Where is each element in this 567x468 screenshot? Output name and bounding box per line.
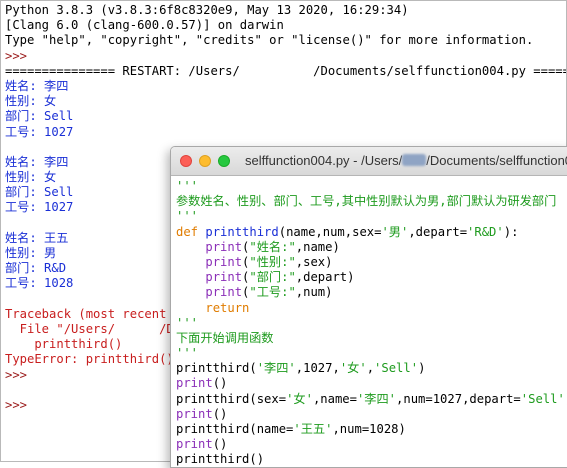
code-token: '女' (286, 391, 313, 406)
shell-line: 姓名: 李四 (5, 78, 69, 93)
shell-line: 工号: 1027 (5, 124, 74, 139)
code-token: return (205, 300, 250, 315)
code-line: print("姓名:",name) (176, 240, 567, 255)
code-token: '王五' (293, 422, 333, 436)
code-token: "部门:" (249, 270, 296, 285)
code-token: "性别:" (249, 254, 296, 269)
code-token: () (212, 406, 228, 421)
code-line: print("部门:",depart) (176, 270, 567, 285)
code-token: ''' (176, 346, 199, 361)
code-token: ,depart) (295, 270, 355, 285)
code-line: print() (176, 407, 567, 422)
code-token: print (205, 239, 243, 254)
code-token: (name,num,sex= (278, 224, 382, 239)
code-line: ''' (176, 316, 567, 331)
code-token: print (176, 437, 213, 452)
code-token: () (212, 437, 228, 452)
window-title: selffunction004.py - /Users/ /Documents/s… (245, 153, 567, 168)
code-token: print (205, 270, 243, 285)
code-token: def (176, 224, 206, 239)
minimize-button[interactable] (199, 155, 211, 167)
shell-line: Type "help", "copyright", "credits" or "… (5, 33, 534, 48)
code-token: ''' (176, 179, 199, 193)
code-token: '女' (339, 361, 367, 376)
window-title-suffix: /Documents/selffunction004.py (3.8.3) (426, 153, 567, 168)
code-token: ,num) (295, 285, 333, 300)
code-token: printthird(name= (176, 422, 294, 436)
code-token: print (205, 285, 243, 300)
code-token: print (176, 406, 213, 421)
code-token: ,depart= (408, 224, 468, 239)
zoom-button[interactable] (218, 155, 230, 167)
code-token: ''' (176, 209, 199, 224)
code-line: 下面开始调用函数 (176, 331, 567, 346)
code-token: ,sex) (295, 254, 333, 269)
code-line: return (176, 301, 567, 316)
shell-line: 部门: Sell (5, 109, 74, 124)
code-token: 下面开始调用函数 (176, 330, 274, 345)
code-token: ) (418, 361, 426, 376)
code-line: ''' (176, 209, 567, 224)
code-token: '男' (381, 224, 409, 239)
code-line: print("性别:",sex) (176, 255, 567, 270)
code-token: ): (503, 224, 519, 239)
code-line: print("工号:",num) (176, 285, 567, 300)
code-line: printthird(name='王五',num=1028) (176, 422, 567, 437)
code-token: 'Sell' (374, 361, 419, 376)
code-token: "工号:" (249, 285, 296, 300)
code-line: ''' (176, 346, 567, 361)
shell-line: [Clang 6.0 (clang-600.0.57)] on darwin (5, 18, 284, 33)
code-token: ,1027, (295, 361, 340, 376)
code-token: "姓名:" (249, 239, 296, 254)
code-token: '李四' (356, 391, 397, 406)
editor-titlebar[interactable]: selffunction004.py - /Users/ /Documents/s… (171, 147, 567, 176)
shell-line: Python 3.8.3 (v3.8.3:6f8c8320e9, May 13 … (5, 3, 409, 17)
code-token: print (176, 376, 213, 391)
code-token: printthird(sex= (176, 391, 287, 406)
code-line: print() (176, 437, 567, 452)
code-token: () (212, 376, 228, 391)
code-token: printthird (205, 224, 279, 239)
window-title-prefix: selffunction004.py - /Users/ (245, 153, 403, 168)
code-token: ,name) (295, 239, 340, 254)
code-token: 参数姓名、性别、部门、工号,其中性别默认为男,部门默认为研发部门 (176, 194, 557, 209)
code-token: 'Sell' (520, 391, 565, 406)
shell-line: 性别: 女 (5, 94, 57, 109)
shell-line: >>> (5, 48, 35, 63)
code-token: printthird( (176, 361, 257, 376)
code-line: def printthird(name,num,sex='男',depart='… (176, 225, 567, 240)
code-token: '李四' (256, 361, 296, 376)
code-token: ,num=1028) (332, 422, 406, 436)
code-line: printthird('李四',1027,'女','Sell') (176, 361, 567, 376)
code-token: ,name= (312, 391, 357, 406)
code-line: print() (176, 376, 567, 391)
code-token: ,num=1027,depart= (396, 391, 521, 406)
code-token: printthird() (176, 452, 265, 467)
code-editor[interactable]: ''' 参数姓名、性别、部门、工号,其中性别默认为男,部门默认为研发部门 ''' de… (176, 179, 567, 467)
code-line: printthird() (176, 452, 567, 467)
code-token: 'R&D' (467, 224, 504, 239)
code-token: ''' (176, 315, 199, 330)
code-line: printthird(sex='女',name='李四',num=1027,de… (176, 392, 567, 407)
shell-line: =============== RESTART: /Users/ /Docume… (5, 63, 566, 78)
code-token: print (205, 254, 243, 269)
code-line: ''' (176, 179, 567, 194)
editor-window[interactable]: selffunction004.py - /Users/ /Documents/s… (170, 146, 567, 468)
code-line: 参数姓名、性别、部门、工号,其中性别默认为男,部门默认为研发部门 (176, 194, 567, 209)
redacted-username (402, 154, 427, 166)
close-button[interactable] (180, 155, 192, 167)
code-token: , (366, 361, 375, 376)
